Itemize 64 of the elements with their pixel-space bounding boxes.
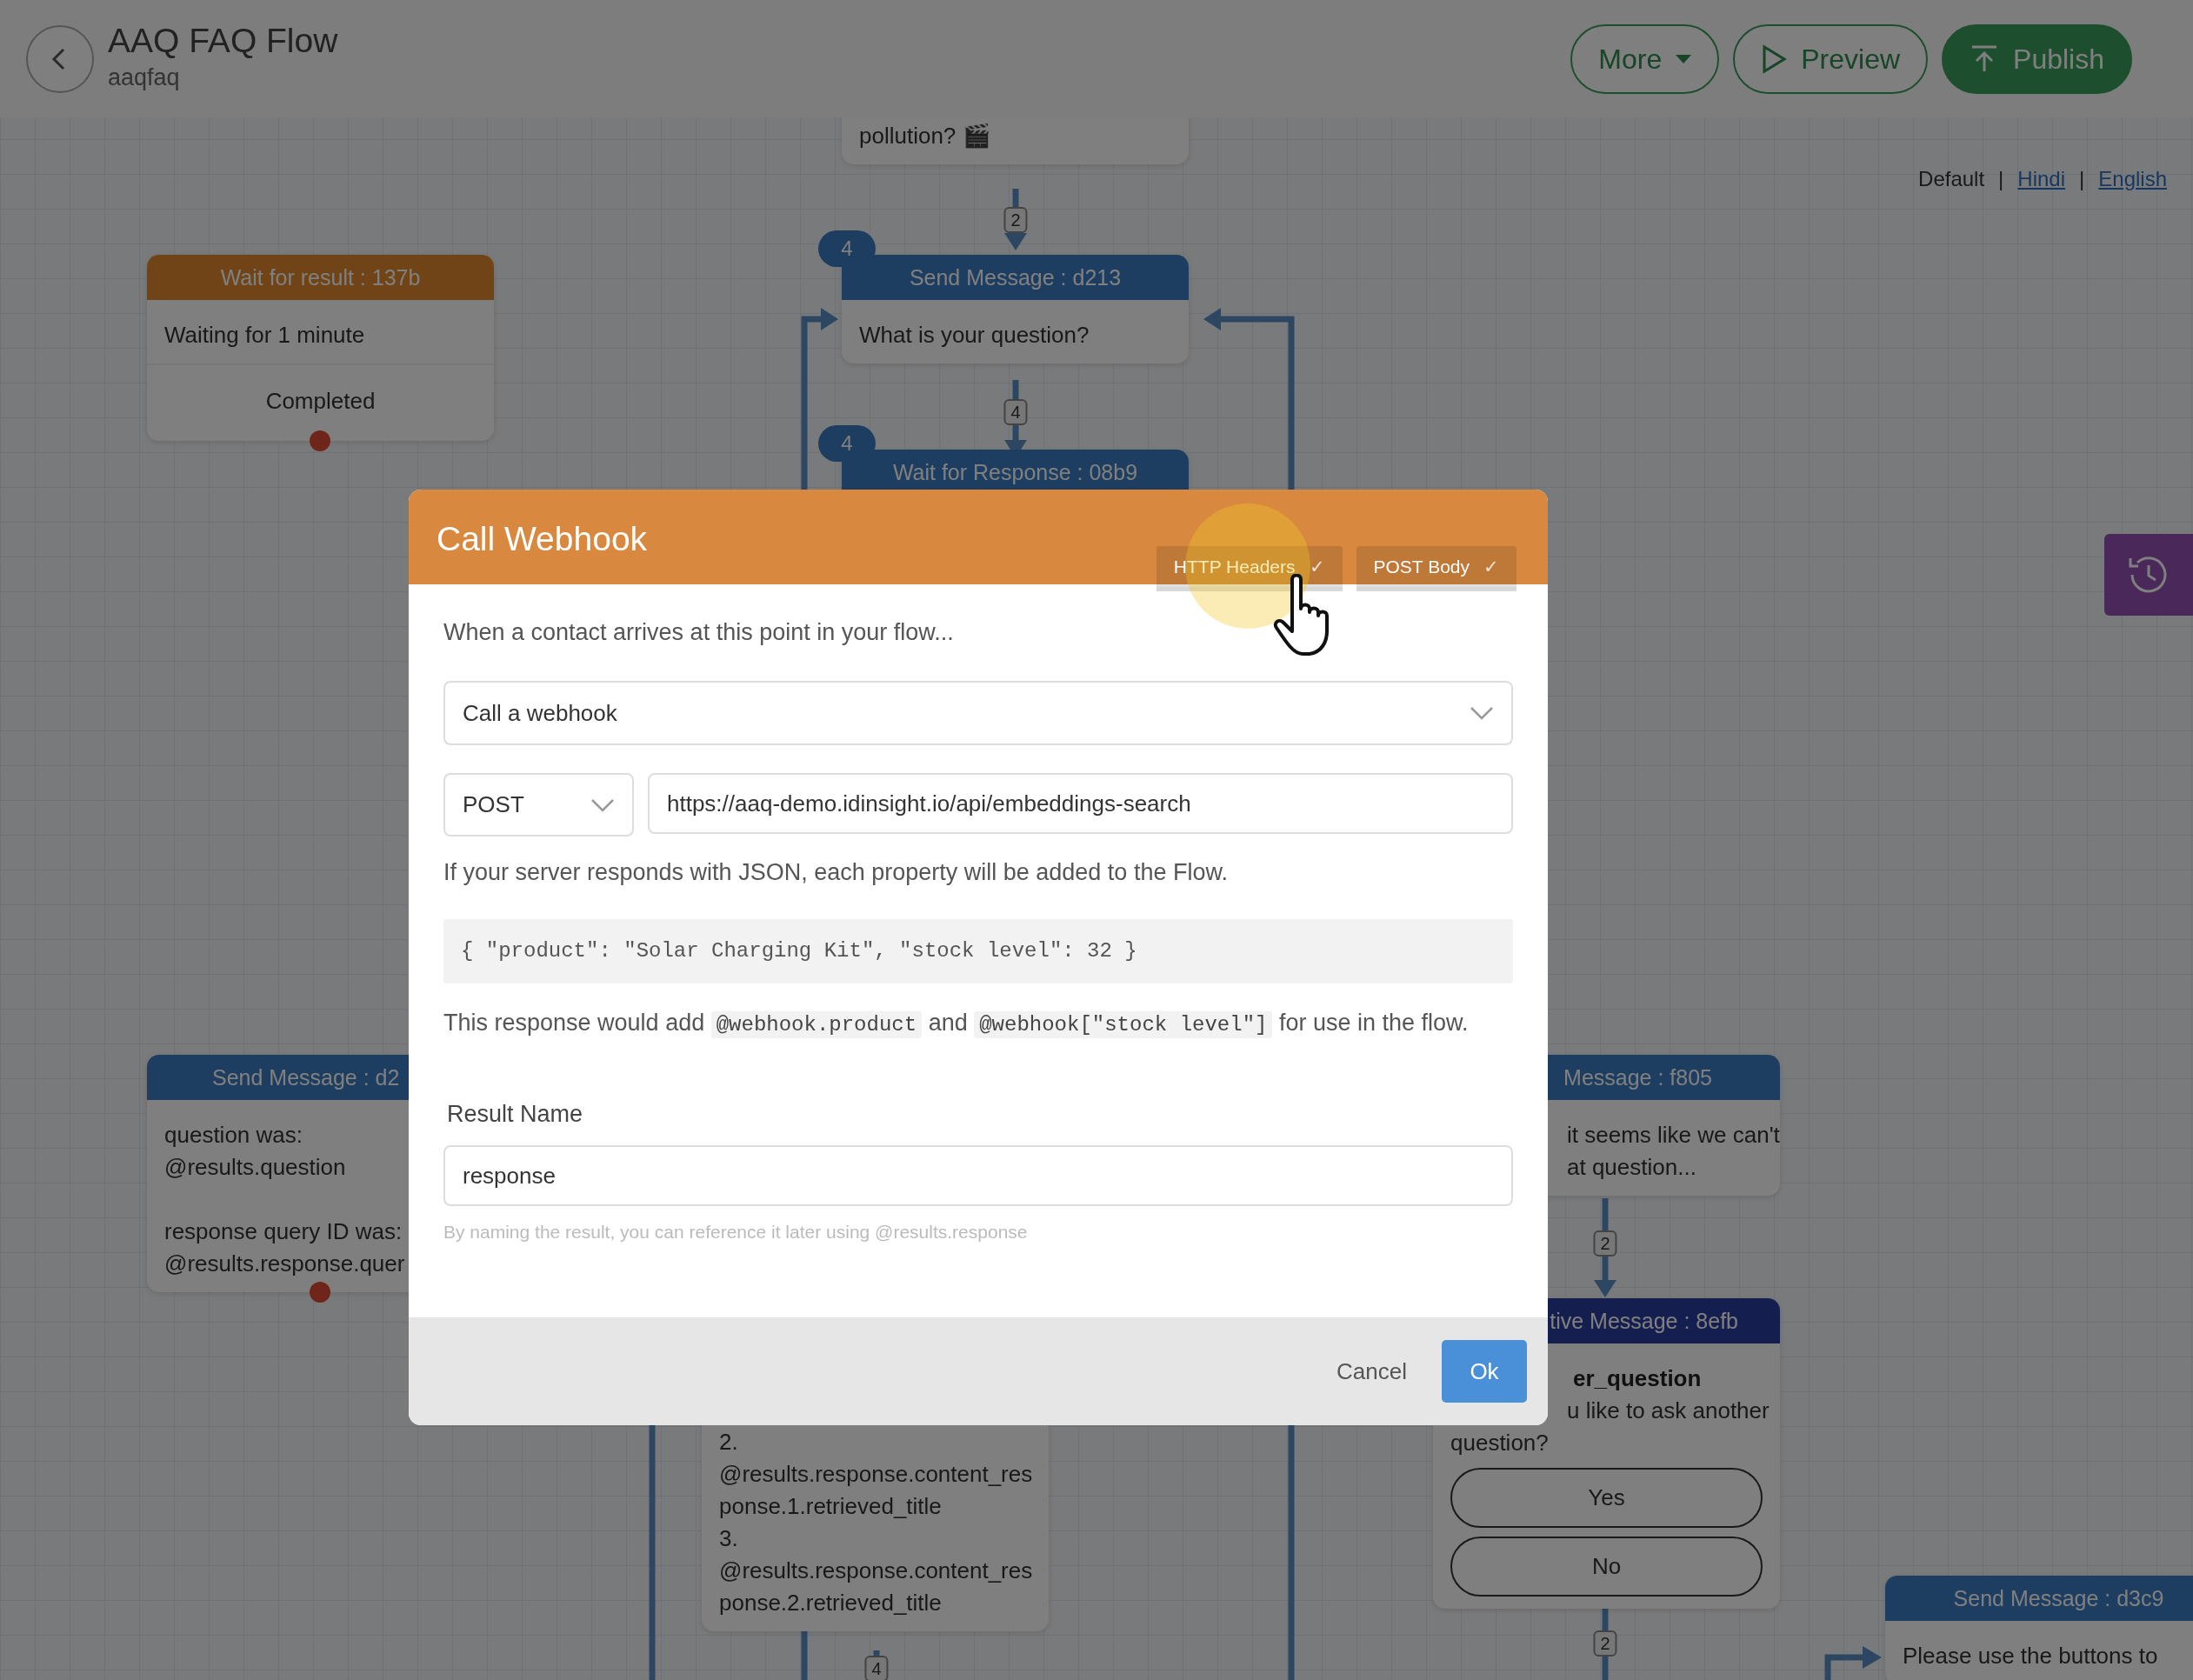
dialog-tab[interactable]: HTTP Headers ✓	[1156, 546, 1343, 591]
exit-dot[interactable]	[310, 1282, 330, 1303]
language-link[interactable]: Hindi	[2017, 163, 2066, 195]
node-text: @results.question	[164, 1153, 346, 1182]
flow-subtitle: aaqfaq	[108, 63, 181, 92]
node-text: Waiting for 1 minute	[164, 321, 365, 350]
url-field[interactable]: https://aaq-demo.idinsight.io/api/embeddings-search	[648, 773, 1513, 834]
field-label: Result Name	[447, 1099, 584, 1129]
quick-reply-button[interactable]: No	[1450, 1537, 1763, 1597]
node-title: Send Message : d213	[842, 255, 1189, 300]
result-name-field[interactable]: response	[443, 1145, 1513, 1206]
response-note: This response would add @webhook.product and @webhook["stock level"] for use in the flow.	[443, 1008, 1470, 1040]
node-text: @results.response.content_res	[719, 1557, 1033, 1585]
count-badge: 4	[818, 230, 876, 267]
language-link[interactable]: English	[2098, 163, 2167, 195]
node-text: 2.	[719, 1428, 738, 1457]
caret-icon	[1676, 54, 1692, 63]
node-text: question was:	[164, 1121, 303, 1150]
cancel-button[interactable]: Cancel	[1302, 1354, 1442, 1389]
connector-count: 4	[1003, 399, 1028, 425]
node-text: pollution? 🎬	[859, 122, 990, 150]
chevron-icon	[590, 797, 615, 812]
ok-button[interactable]: Ok	[1442, 1340, 1527, 1403]
code-example: { "product": "Solar Charging Kit", "stock level": 32 }	[443, 918, 1513, 983]
node-text: it seems like we can't	[1567, 1121, 1780, 1150]
dialog-title: Call Webhook	[437, 519, 648, 559]
node-text: question?	[1450, 1429, 1549, 1457]
connector-count: 2	[1003, 207, 1028, 233]
json-note: If your server responds with JSON, each property will be added to the Flow.	[443, 858, 1229, 887]
node-text: ponse.2.retrieved_title	[719, 1589, 942, 1617]
separator: |	[2079, 166, 2085, 192]
node-text: u like to ask another	[1567, 1397, 1770, 1425]
intro-text: When a contact arrives at this point in your flow...	[443, 618, 955, 647]
node-text: @results.response.quer	[164, 1250, 405, 1278]
separator: |	[1998, 166, 2004, 192]
node-text: at question...	[1567, 1153, 1696, 1182]
chevron-icon	[1470, 706, 1494, 720]
flow-title: AAQ FAQ Flow	[108, 22, 338, 60]
node-text: @results.response.content_res	[719, 1460, 1033, 1489]
connector-count: 2	[1593, 1230, 1617, 1257]
connector-count: 2	[1593, 1630, 1617, 1657]
play-icon	[1761, 43, 1788, 74]
more-button[interactable]: More	[1570, 23, 1720, 94]
node-text: Please use the buttons to	[1903, 1642, 2158, 1670]
connector-count: 4	[864, 1656, 889, 1680]
node-text: 3.	[719, 1524, 738, 1553]
node-text: What is your question?	[859, 321, 1090, 350]
check-icon: ✓	[1483, 552, 1499, 581]
language-label[interactable]: Default	[1918, 163, 1985, 195]
dialog-tab[interactable]: POST Body ✓	[1356, 546, 1516, 591]
node-text: ponse.1.retrieved_title	[719, 1492, 942, 1521]
check-icon: ✓	[1309, 552, 1325, 581]
method-select[interactable]: POST	[443, 773, 634, 837]
node-title: Wait for result : 137b	[147, 255, 494, 300]
publish-button[interactable]: Publish	[1942, 23, 2132, 94]
node-title: Send Message : d3c9	[1885, 1576, 2193, 1621]
preview-button[interactable]: Preview	[1733, 23, 1929, 94]
result-name: er_question	[1573, 1364, 1702, 1393]
count-badge: 4	[818, 425, 876, 462]
node-text: response query ID was:	[164, 1217, 403, 1246]
help-text: By naming the result, you can reference it later using @results.response	[443, 1221, 1029, 1243]
action-select[interactable]: Call a webhook	[443, 681, 1513, 745]
quick-reply-button[interactable]: Yes	[1450, 1468, 1763, 1528]
exit-dot[interactable]	[310, 430, 330, 451]
